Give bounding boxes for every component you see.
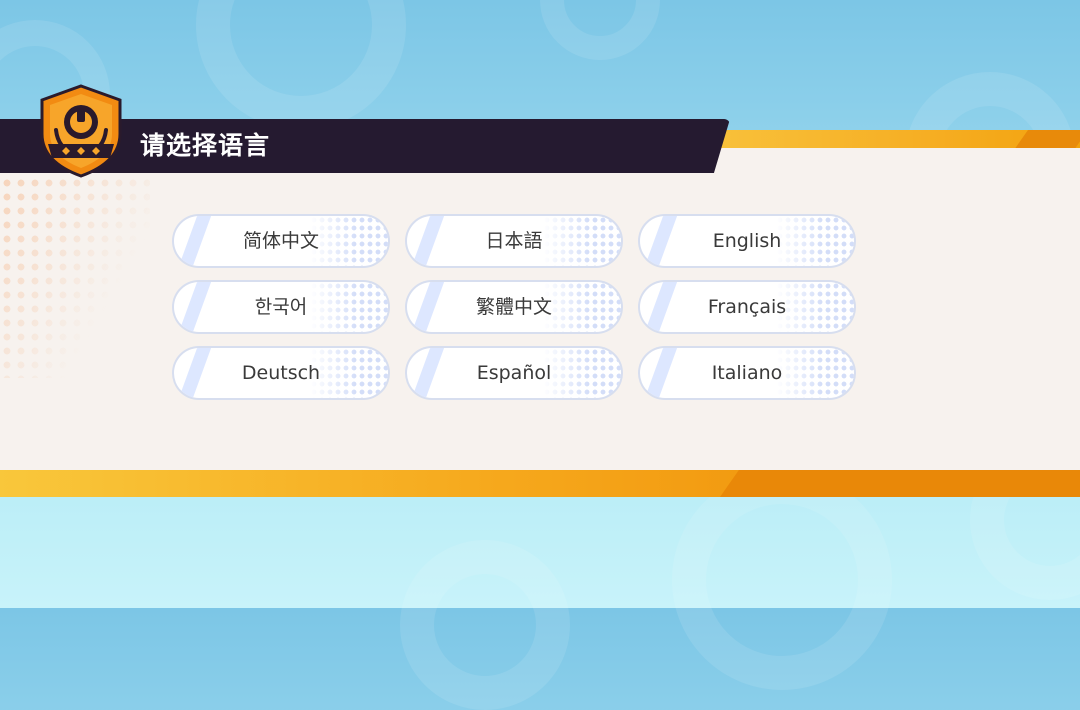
language-button-korean[interactable]: 한국어	[174, 282, 388, 332]
language-button-english[interactable]: English	[640, 216, 854, 266]
language-label: 한국어	[254, 296, 308, 318]
page-title: 请选择语言	[140, 131, 271, 160]
footer-accent-stripe-dark	[720, 470, 1080, 497]
panel-dot-pattern	[0, 148, 150, 378]
language-label: Italiano	[711, 362, 783, 384]
language-button-french[interactable]: Français	[640, 282, 854, 332]
language-label: 日本語	[485, 230, 543, 252]
language-button-traditional-chinese[interactable]: 繁體中文	[407, 282, 621, 332]
language-button-german[interactable]: Deutsch	[174, 348, 388, 398]
background-ring-decoration	[400, 540, 570, 710]
language-label: 简体中文	[242, 230, 319, 252]
background-ring-decoration	[672, 470, 892, 690]
language-label: 繁體中文	[475, 296, 552, 318]
language-button-spanish[interactable]: Español	[407, 348, 621, 398]
background-ring-decoration	[196, 0, 406, 130]
language-label: Français	[707, 296, 787, 318]
language-label: Español	[476, 362, 552, 384]
language-button-simplified-chinese[interactable]: 简体中文	[174, 216, 388, 266]
language-label: Deutsch	[241, 362, 321, 384]
background-ring-decoration	[540, 0, 660, 60]
language-button-japanese[interactable]: 日本語	[407, 216, 621, 266]
language-grid: 简体中文 日本語 English 한국어 繁體中文 Français Deuts…	[174, 216, 854, 398]
language-button-italian[interactable]: Italiano	[640, 348, 854, 398]
language-label: English	[712, 230, 782, 252]
unite-emblem-icon	[40, 84, 122, 178]
